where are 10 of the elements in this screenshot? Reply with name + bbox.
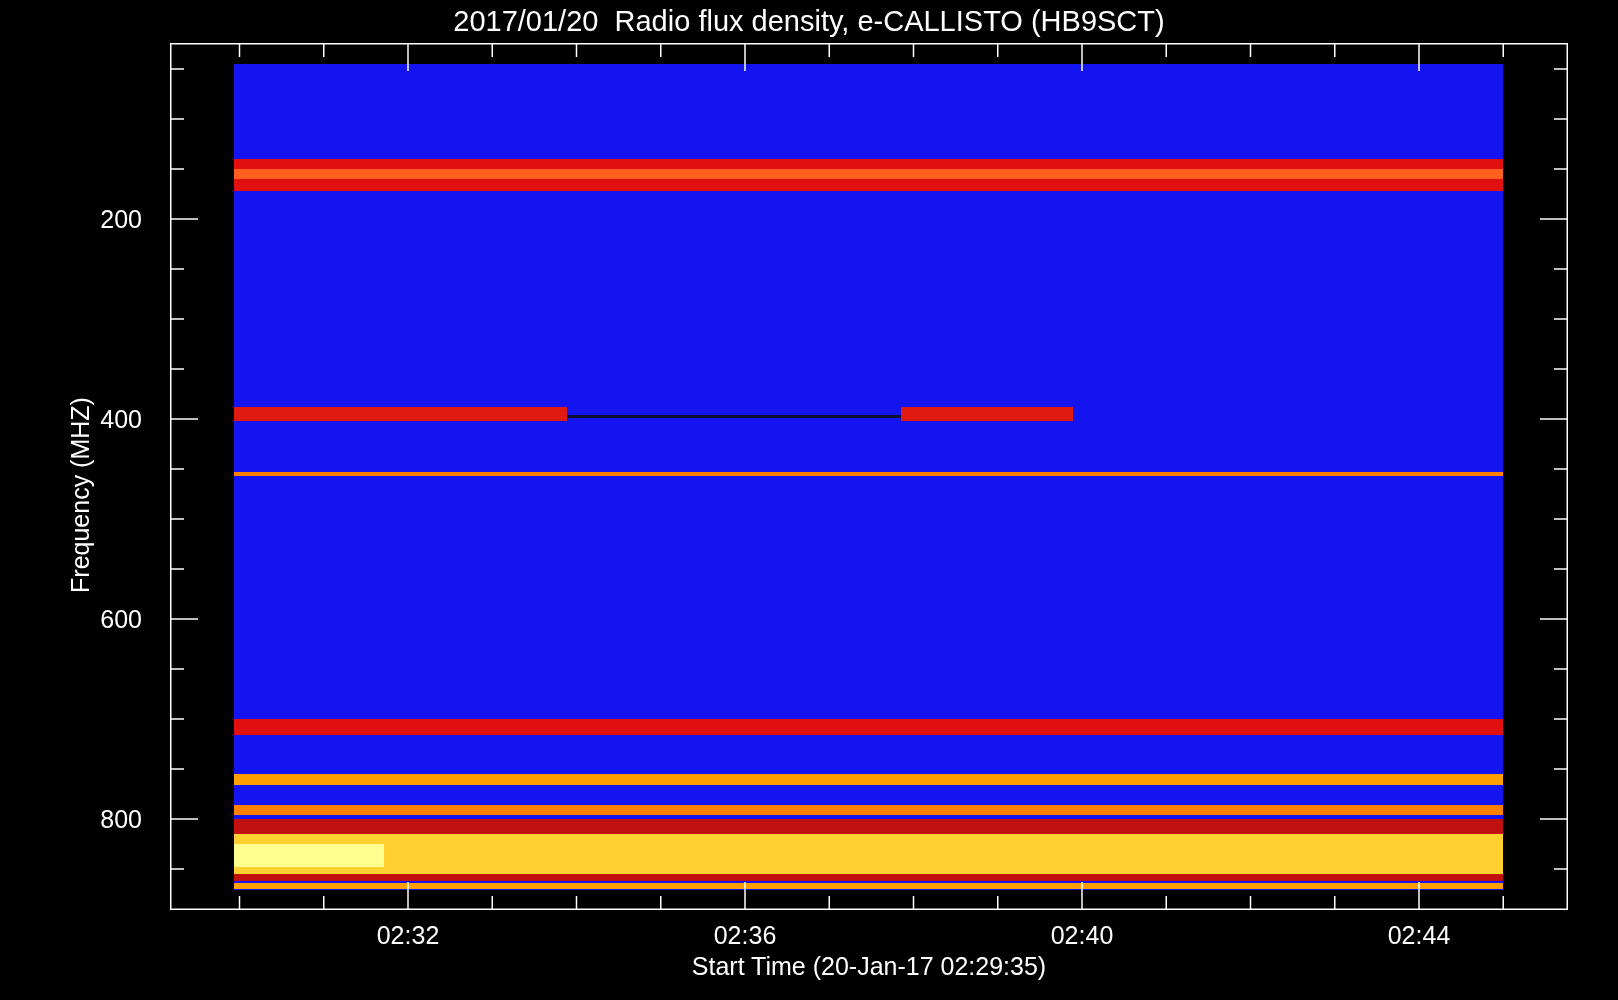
- y-tick-label: 200: [99, 204, 142, 234]
- x-tick-label: 02:32: [375, 920, 441, 950]
- chart-title: 2017/01/20 Radio flux density, e-CALLISTO (HB9SCT): [453, 4, 1165, 39]
- x-tick-label: 02:44: [1386, 920, 1452, 950]
- x-tick-label: 02:36: [712, 920, 778, 950]
- x-tick-label: 02:40: [1049, 920, 1115, 950]
- y-axis-label: Frequency (MHZ): [65, 396, 95, 595]
- x-axis-label: Start Time (20-Jan-17 02:29:35): [691, 951, 1047, 981]
- y-tick-label: 600: [99, 604, 142, 634]
- y-tick-label: 800: [99, 804, 142, 834]
